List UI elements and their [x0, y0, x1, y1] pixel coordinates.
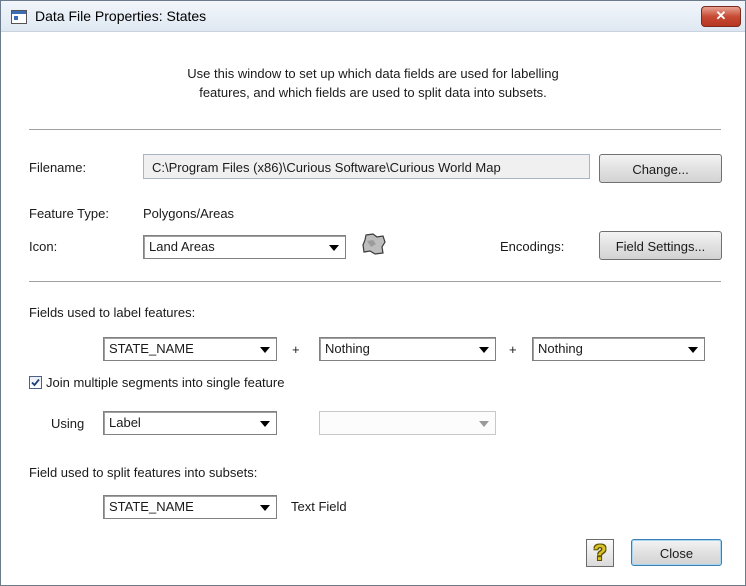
subset-field-heading: Field used to split features into subset…: [29, 465, 258, 480]
separator: [29, 129, 721, 131]
chevron-down-icon: [260, 505, 270, 511]
close-button[interactable]: Close: [631, 539, 722, 566]
plus-sign: +: [292, 342, 300, 357]
join-segments-label[interactable]: Join multiple segments into single featu…: [46, 375, 284, 390]
icon-select-value: Land Areas: [149, 239, 215, 254]
label-field-1-select[interactable]: STATE_NAME: [103, 337, 277, 361]
change-button-label: Change...: [632, 162, 689, 177]
using-label: Using: [51, 416, 85, 431]
label-field-2-value: Nothing: [325, 341, 370, 356]
join-segments-checkbox[interactable]: [29, 376, 42, 389]
close-button-label: Close: [659, 546, 694, 561]
filename-field[interactable]: C:\Program Files (x86)\Curious Software\…: [143, 154, 590, 179]
change-button[interactable]: Change...: [599, 154, 722, 183]
subset-field-value: STATE_NAME: [109, 499, 194, 514]
checkmark-icon: [31, 378, 40, 387]
field-settings-button[interactable]: Field Settings...: [599, 231, 722, 260]
label-fields-heading: Fields used to label features:: [29, 305, 196, 320]
title-bar: Data File Properties: States ✕: [1, 1, 745, 32]
chevron-down-icon: [260, 421, 270, 427]
app-window-icon: [11, 10, 27, 24]
chevron-down-icon: [479, 421, 489, 427]
subset-field-type: Text Field: [291, 499, 347, 514]
chevron-down-icon: [260, 347, 270, 353]
help-icon[interactable]: ?: [586, 539, 614, 567]
chevron-down-icon: [688, 347, 698, 353]
chevron-down-icon: [479, 347, 489, 353]
subset-field-select[interactable]: STATE_NAME: [103, 495, 277, 519]
feature-type-value: Polygons/Areas: [143, 206, 235, 221]
label-field-1-value: STATE_NAME: [109, 341, 194, 356]
description-line-1: Use this window to set up which data fie…: [187, 66, 559, 81]
feature-type-label: Feature Type:: [29, 206, 109, 221]
using-select-value: Label: [109, 415, 141, 430]
description-line-2: features, and which fields are used to s…: [199, 85, 547, 100]
window-title: Data File Properties: States: [35, 8, 207, 24]
label-field-3-select[interactable]: Nothing: [532, 337, 705, 361]
label-field-3-value: Nothing: [538, 341, 583, 356]
using-secondary-select: [319, 411, 496, 435]
icon-label: Icon:: [29, 239, 58, 254]
icon-select[interactable]: Land Areas: [143, 235, 346, 259]
using-select[interactable]: Label: [103, 411, 277, 435]
close-icon[interactable]: ✕: [701, 6, 741, 27]
field-settings-button-label: Field Settings...: [615, 239, 706, 254]
encodings-label: Encodings:: [500, 239, 565, 254]
map-region-icon: [362, 233, 386, 255]
label-field-2-select[interactable]: Nothing: [319, 337, 496, 361]
plus-sign: +: [509, 342, 517, 357]
filename-label: Filename:: [29, 160, 87, 175]
dialog-window: Data File Properties: States ✕ Use this …: [0, 0, 746, 586]
separator: [29, 281, 721, 283]
chevron-down-icon: [329, 245, 339, 251]
